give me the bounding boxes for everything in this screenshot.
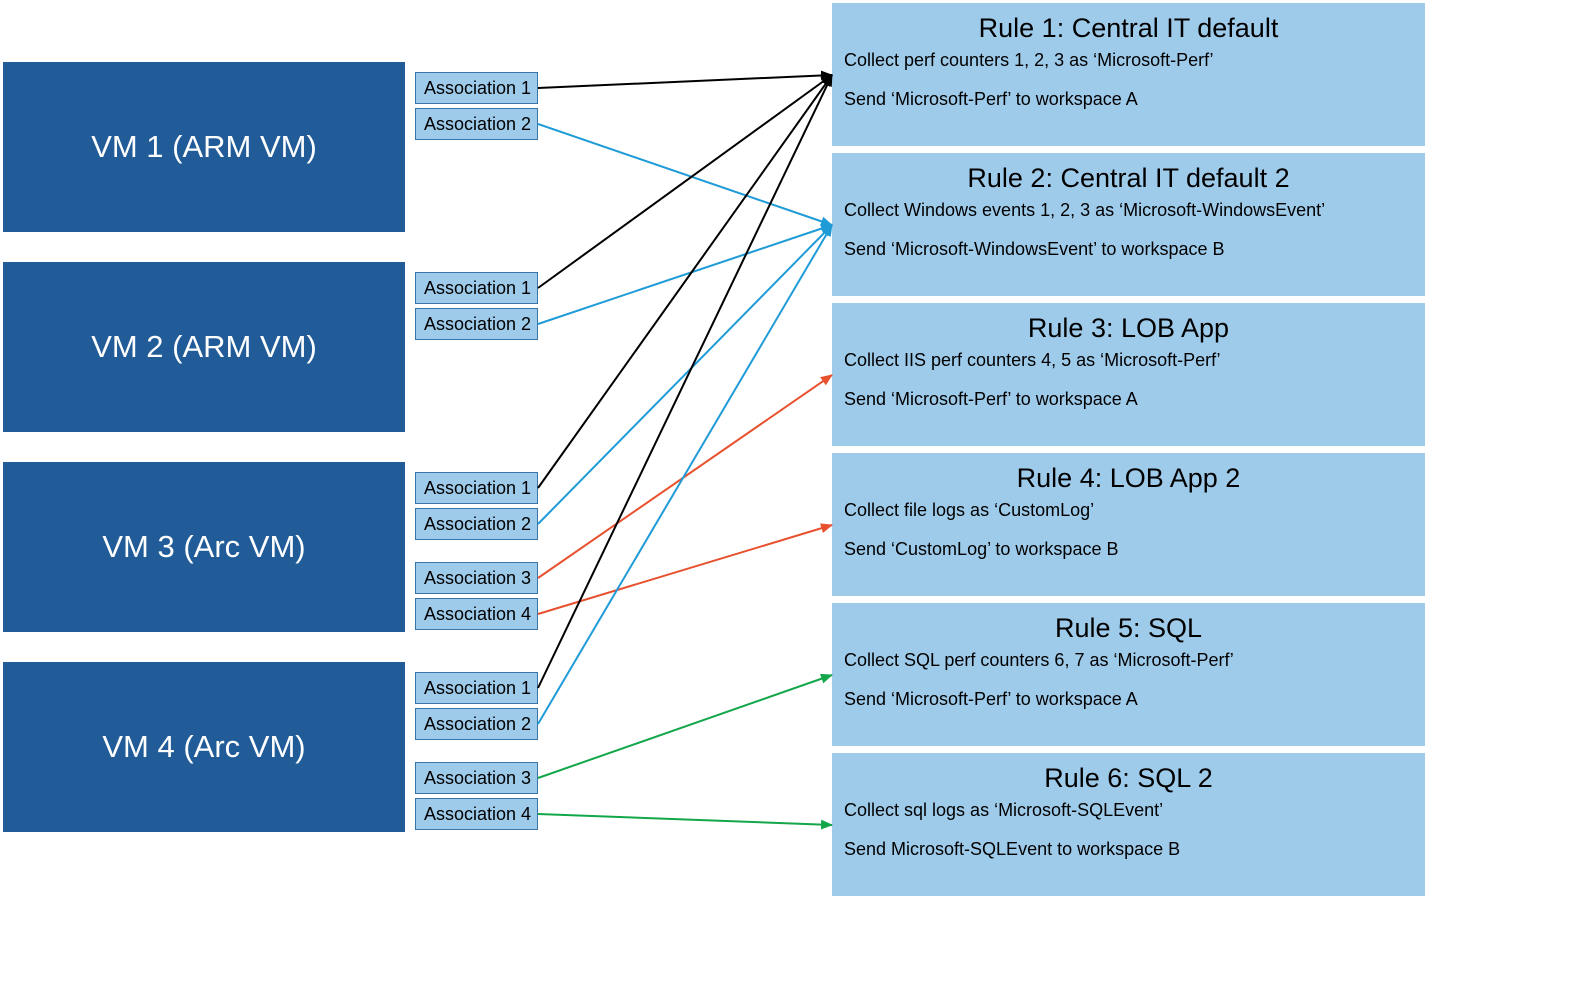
rule-collect-line: Collect perf counters 1, 2, 3 as ‘Micros… — [844, 50, 1413, 71]
assoc-vm2-2: Association 2 — [415, 308, 538, 340]
rule-send-line: Send ‘Microsoft-WindowsEvent’ to workspa… — [844, 239, 1413, 260]
assoc-label: Association 1 — [424, 278, 531, 299]
rule-title: Rule 3: LOB App — [844, 313, 1413, 344]
connection-arrow — [538, 675, 832, 778]
assoc-vm3-4: Association 4 — [415, 598, 538, 630]
rule-send-line: Send ‘Microsoft-Perf’ to workspace A — [844, 389, 1413, 410]
assoc-vm3-3: Association 3 — [415, 562, 538, 594]
assoc-vm1-2: Association 2 — [415, 108, 538, 140]
rule-box-5: Rule 5: SQL Collect SQL perf counters 6,… — [832, 603, 1425, 746]
connection-arrow — [538, 75, 832, 688]
connection-arrow — [538, 375, 832, 578]
connection-arrow — [538, 814, 832, 825]
rule-box-2: Rule 2: Central IT default 2 Collect Win… — [832, 153, 1425, 296]
assoc-vm1-1: Association 1 — [415, 72, 538, 104]
assoc-label: Association 4 — [424, 804, 531, 825]
connection-arrow — [538, 525, 832, 614]
vm-label: VM 1 (ARM VM) — [91, 129, 317, 165]
rule-box-3: Rule 3: LOB App Collect IIS perf counter… — [832, 303, 1425, 446]
rule-send-line: Send Microsoft-SQLEvent to workspace B — [844, 839, 1413, 860]
assoc-vm4-4: Association 4 — [415, 798, 538, 830]
assoc-label: Association 2 — [424, 514, 531, 535]
rule-title: Rule 1: Central IT default — [844, 13, 1413, 44]
rule-box-6: Rule 6: SQL 2 Collect sql logs as ‘Micro… — [832, 753, 1425, 896]
rule-title: Rule 5: SQL — [844, 613, 1413, 644]
assoc-label: Association 3 — [424, 768, 531, 789]
vm-box-3: VM 3 (Arc VM) — [3, 462, 405, 632]
vm-label: VM 2 (ARM VM) — [91, 329, 317, 365]
assoc-vm3-2: Association 2 — [415, 508, 538, 540]
assoc-vm4-3: Association 3 — [415, 762, 538, 794]
rule-collect-line: Collect SQL perf counters 6, 7 as ‘Micro… — [844, 650, 1413, 671]
assoc-vm2-1: Association 1 — [415, 272, 538, 304]
vm-box-2: VM 2 (ARM VM) — [3, 262, 405, 432]
connection-arrow — [538, 225, 832, 724]
assoc-label: Association 2 — [424, 314, 531, 335]
vm-box-1: VM 1 (ARM VM) — [3, 62, 405, 232]
rule-title: Rule 2: Central IT default 2 — [844, 163, 1413, 194]
assoc-vm4-2: Association 2 — [415, 708, 538, 740]
assoc-vm4-1: Association 1 — [415, 672, 538, 704]
rule-send-line: Send ‘Microsoft-Perf’ to workspace A — [844, 689, 1413, 710]
rule-collect-line: Collect IIS perf counters 4, 5 as ‘Micro… — [844, 350, 1413, 371]
rule-collect-line: Collect Windows events 1, 2, 3 as ‘Micro… — [844, 200, 1413, 221]
assoc-label: Association 1 — [424, 478, 531, 499]
rule-box-1: Rule 1: Central IT default Collect perf … — [832, 3, 1425, 146]
assoc-label: Association 2 — [424, 714, 531, 735]
connection-arrow — [538, 225, 832, 524]
rule-box-4: Rule 4: LOB App 2 Collect file logs as ‘… — [832, 453, 1425, 596]
vm-label: VM 4 (Arc VM) — [102, 729, 305, 765]
assoc-label: Association 1 — [424, 78, 531, 99]
rule-send-line: Send ‘Microsoft-Perf’ to workspace A — [844, 89, 1413, 110]
rule-collect-line: Collect file logs as ‘CustomLog’ — [844, 500, 1413, 521]
assoc-label: Association 4 — [424, 604, 531, 625]
rule-send-line: Send ‘CustomLog’ to workspace B — [844, 539, 1413, 560]
assoc-label: Association 3 — [424, 568, 531, 589]
vm-label: VM 3 (Arc VM) — [102, 529, 305, 565]
connection-arrow — [538, 75, 832, 288]
assoc-label: Association 2 — [424, 114, 531, 135]
connection-arrow — [538, 124, 832, 225]
connection-arrow — [538, 75, 832, 88]
assoc-label: Association 1 — [424, 678, 531, 699]
connection-arrow — [538, 225, 832, 324]
assoc-vm3-1: Association 1 — [415, 472, 538, 504]
rule-title: Rule 4: LOB App 2 — [844, 463, 1413, 494]
vm-box-4: VM 4 (Arc VM) — [3, 662, 405, 832]
rule-title: Rule 6: SQL 2 — [844, 763, 1413, 794]
connection-arrow — [538, 75, 832, 488]
rule-collect-line: Collect sql logs as ‘Microsoft-SQLEvent’ — [844, 800, 1413, 821]
